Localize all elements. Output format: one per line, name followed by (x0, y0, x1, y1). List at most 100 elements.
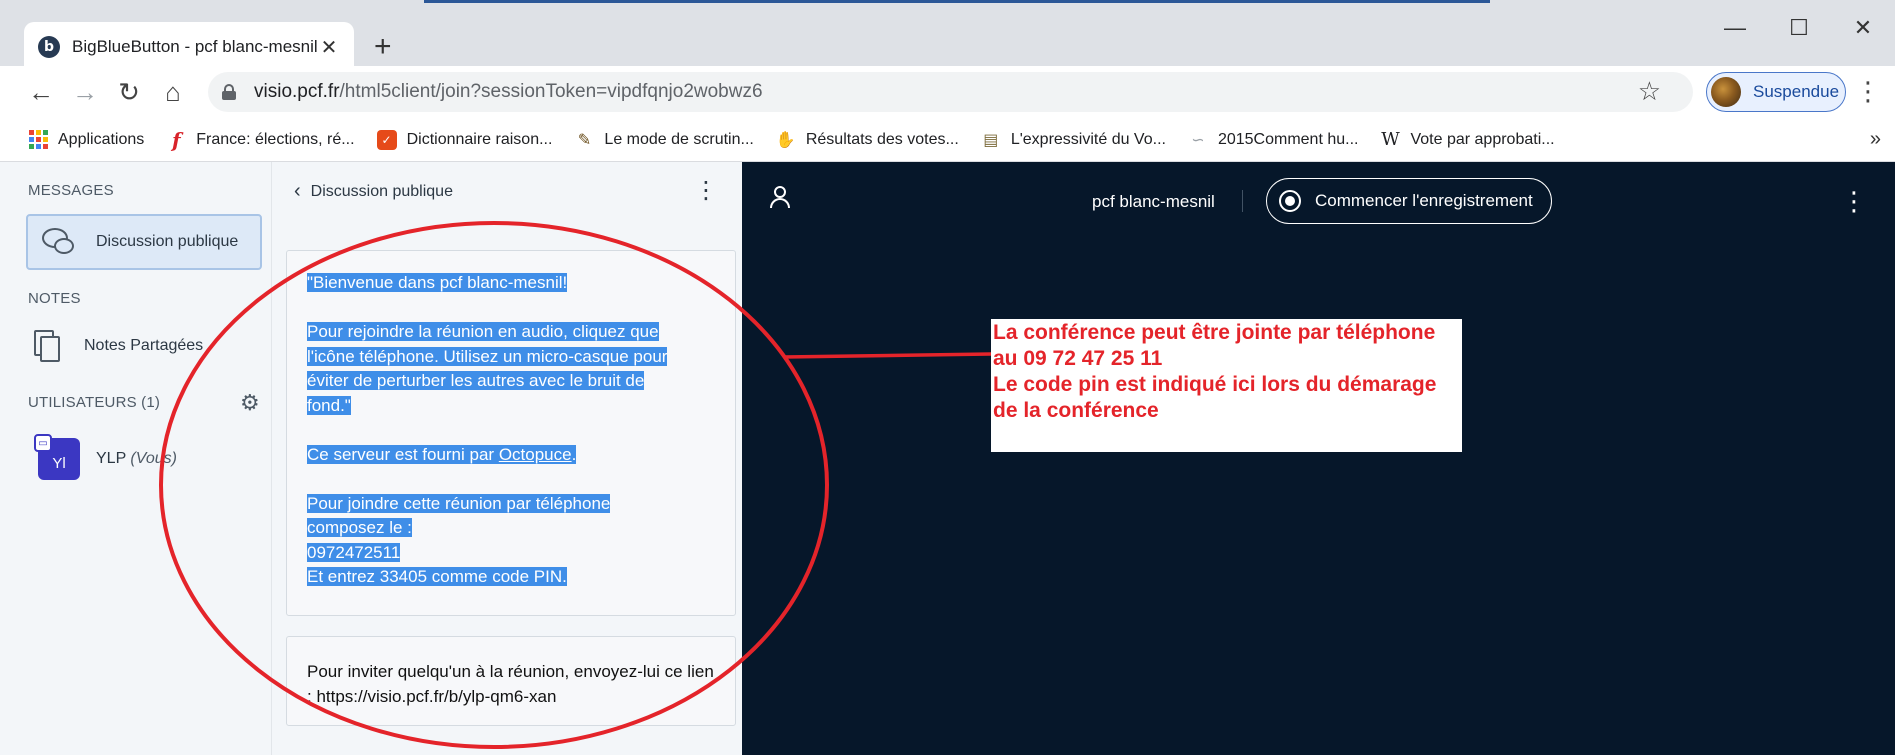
bookmark-applications[interactable]: Applications (28, 130, 144, 150)
welcome-line: éviter de perturber les autres avec le b… (307, 371, 645, 390)
annotation-line: La conférence peut être jointe par télép… (993, 321, 1436, 344)
dictionary-icon: ✓ (376, 129, 397, 150)
bookmark-label: Dictionnaire raison... (406, 130, 553, 148)
bookmark-label: France: élections, ré... (196, 130, 355, 148)
invite-message-text: Pour inviter quelqu'un à la réunion, env… (307, 662, 714, 706)
bookmark-label: Le mode de scrutin... (604, 130, 754, 148)
user-name-text: YLP (96, 450, 126, 467)
shared-notes-label: Notes Partagées (84, 337, 204, 354)
minimize-icon[interactable]: — (1703, 8, 1767, 48)
messages-section-title: MESSAGES (28, 182, 114, 199)
annotation-line: au 09 72 47 25 11 (993, 347, 1163, 370)
address-bar-row: ← → ↻ ⌂ visio.pcf.fr/html5client/join?se… (0, 66, 1895, 118)
start-recording-button[interactable]: Commencer l'enregistrement (1266, 178, 1552, 224)
public-chat-item[interactable]: Discussion publique (26, 214, 262, 270)
annotation-line: de la conférence (993, 399, 1159, 422)
bookmark-resultats-votes[interactable]: ✋ Résultats des votes... (776, 130, 959, 150)
bookmark-label: 2015Comment hu... (1217, 130, 1359, 148)
shared-notes-item[interactable]: Notes Partagées (34, 330, 203, 362)
welcome-line: Ce serveur est fourni par Octopuce. (307, 444, 577, 464)
welcome-line: Et entrez 33405 comme code PIN. (307, 567, 567, 586)
forward-arrow-icon[interactable]: → (64, 72, 106, 112)
close-window-icon[interactable]: ✕ (1831, 8, 1895, 48)
welcome-line: composez le : (307, 518, 412, 537)
record-icon (1279, 190, 1301, 212)
document-icon: ▤ (983, 131, 999, 149)
welcome-message: "Bienvenue dans pcf blanc-mesnil! Pour r… (286, 250, 736, 616)
notes-section-title: NOTES (28, 290, 81, 307)
avatar: ▭ Yl (34, 434, 80, 480)
url-field[interactable]: visio.pcf.fr/html5client/join?sessionTok… (208, 72, 1693, 112)
maximize-icon[interactable]: ☐ (1767, 8, 1831, 48)
user-you-label: (Vous) (130, 450, 177, 467)
presentation-area: pcf blanc-mesnil Commencer l'enregistrem… (742, 162, 1895, 755)
record-label: Commencer l'enregistrement (1315, 191, 1533, 210)
profile-avatar (1711, 77, 1741, 107)
options-menu-icon[interactable]: ⋮ (1841, 186, 1867, 217)
octopuce-link[interactable]: Octopuce (499, 445, 572, 464)
welcome-line (307, 467, 717, 492)
bookmark-france-elections[interactable]: f France: élections, ré... (166, 127, 355, 152)
welcome-line: 0972472511 (307, 542, 401, 562)
welcome-line (307, 418, 717, 443)
welcome-message-text: "Bienvenue dans pcf blanc-mesnil! Pour r… (307, 271, 717, 590)
user-initials: Yl (52, 455, 66, 472)
bookmark-2015-comment[interactable]: ∽ 2015Comment hu... (1188, 130, 1359, 150)
bookmark-vote-approbation[interactable]: W Vote par approbati... (1380, 129, 1555, 150)
bookmark-dictionnaire[interactable]: ✓ Dictionnaire raison... (376, 129, 553, 150)
window-controls: — ☐ ✕ (1703, 8, 1895, 48)
webcam-badge-icon: ▭ (34, 434, 52, 452)
hand-icon: ✋ (775, 131, 796, 149)
close-tab-icon[interactable]: ✕ (318, 35, 340, 60)
chat-panel: ‹ Discussion publique ⋮ "Bienvenue dans … (272, 162, 742, 755)
bookmark-label: Applications (58, 130, 145, 148)
chat-header-back[interactable]: ‹ Discussion publique (294, 180, 453, 203)
more-bookmarks-icon[interactable]: » (1870, 128, 1881, 151)
user-icon[interactable] (770, 186, 790, 208)
bookmark-mode-scrutin[interactable]: ✎ Le mode de scrutin... (574, 130, 754, 150)
reload-icon[interactable]: ↻ (108, 72, 150, 112)
new-tab-button[interactable]: + (374, 32, 392, 62)
bigbluebutton-favicon-icon: b (38, 36, 60, 58)
bookmark-expressivite[interactable]: ▤ L'expressivité du Vo... (981, 130, 1166, 150)
ballot-icon: ✎ (577, 131, 592, 149)
bookmark-label: Vote par approbati... (1410, 130, 1555, 148)
signature-icon: ∽ (1191, 131, 1205, 149)
bbb-app: MESSAGES Discussion publique NOTES Notes… (0, 162, 1895, 755)
chat-bubbles-icon (42, 228, 76, 256)
browser-menu-icon[interactable]: ⋮ (1855, 76, 1881, 107)
lock-icon[interactable] (222, 84, 236, 100)
profile-status-label: Suspendue (1753, 82, 1840, 101)
wikipedia-icon: W (1381, 129, 1400, 150)
profile-button[interactable]: Suspendue (1706, 72, 1846, 112)
gear-icon[interactable]: ⚙ (240, 390, 260, 416)
screen: b BigBlueButton - pcf blanc-mesnil ✕ + —… (0, 0, 1895, 755)
back-arrow-icon[interactable]: ← (20, 72, 62, 112)
f-logo-icon: f (171, 127, 181, 152)
chat-header-title: Discussion publique (310, 182, 453, 200)
welcome-line: l'icône téléphone. Utilisez un micro-cas… (307, 346, 668, 366)
bookmarks-bar: Applications f France: élections, ré... … (0, 118, 1895, 162)
apps-grid-icon (28, 130, 48, 150)
annotation-line: Le code pin est indiqué ici lors du déma… (993, 373, 1437, 396)
chat-options-icon[interactable]: ⋮ (694, 176, 718, 205)
bookmark-star-icon[interactable]: ☆ (1638, 76, 1661, 107)
window-accent-line (424, 0, 1490, 3)
welcome-line: Pour joindre cette réunion par téléphone (307, 493, 611, 513)
welcome-line: "Bienvenue dans pcf blanc-mesnil! (307, 273, 568, 292)
public-chat-label: Discussion publique (96, 233, 239, 250)
welcome-line (307, 296, 717, 321)
browser-tab[interactable]: b BigBlueButton - pcf blanc-mesnil ✕ (24, 22, 354, 72)
url-text: visio.pcf.fr/html5client/join?sessionTok… (254, 81, 763, 103)
home-icon[interactable]: ⌂ (152, 72, 194, 112)
user-name: YLP (Vous) (96, 450, 177, 468)
tab-strip: b BigBlueButton - pcf blanc-mesnil ✕ + (0, 8, 1895, 72)
url-host: visio.pcf.fr (254, 81, 340, 102)
welcome-line: Pour rejoindre la réunion en audio, cliq… (307, 322, 659, 341)
chevron-left-icon: ‹ (294, 180, 301, 202)
invite-message: Pour inviter quelqu'un à la réunion, env… (286, 636, 736, 726)
users-section-title: UTILISATEURS (1) (28, 394, 161, 411)
tab-title: BigBlueButton - pcf blanc-mesnil (72, 37, 318, 56)
user-list-item[interactable]: ▭ Yl YLP (Vous) (34, 434, 177, 480)
meeting-name: pcf blanc-mesnil (1092, 192, 1215, 211)
